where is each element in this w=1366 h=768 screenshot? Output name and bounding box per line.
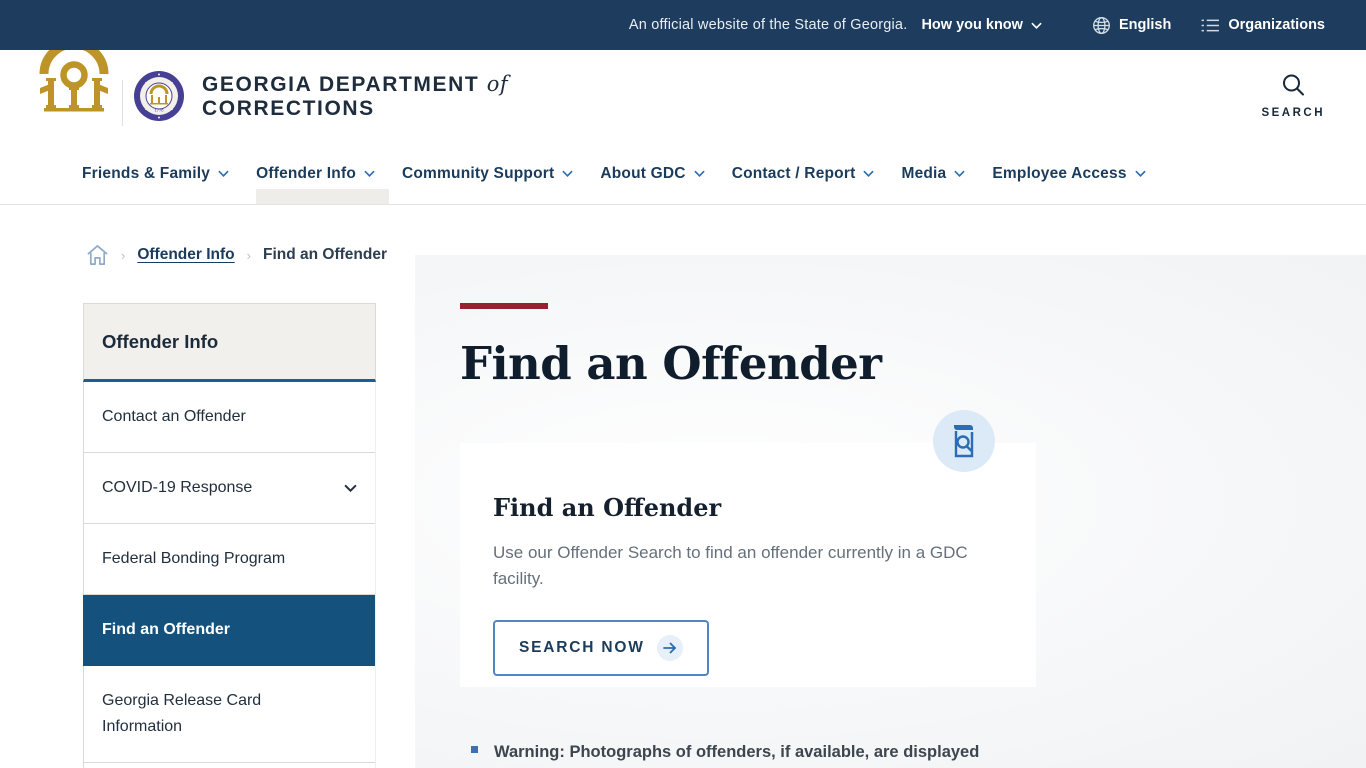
how-you-know-label: How you know: [921, 17, 1023, 33]
sidebar-menu-item[interactable]: Find an Offender: [83, 595, 375, 666]
chevron-down-icon: [562, 170, 574, 177]
logo-divider: [122, 80, 123, 126]
language-label: English: [1118, 17, 1172, 33]
chevron-down-icon: [344, 484, 357, 492]
nav-item-label: Contact / Report: [731, 164, 856, 182]
site-header: 1776 GEORGIA DEPARTMENT of CORRECTIONS S…: [0, 29, 1366, 143]
chevron-down-icon: [1134, 170, 1146, 177]
nav-item[interactable]: Media: [901, 143, 966, 204]
sidebar-menu-item[interactable]: Georgia Release Card Information: [84, 666, 375, 763]
chevron-down-icon: [218, 170, 229, 177]
breadcrumb: › Offender Info › Find an Offender: [86, 244, 387, 266]
primary-nav: Friends & Family Offender Info Community…: [0, 143, 1366, 205]
nav-item[interactable]: Community Support: [402, 143, 574, 204]
official-top-bar: An official website of the State of Geor…: [0, 0, 1366, 50]
main-content: Find an Offender: [460, 303, 1060, 390]
site-title[interactable]: GEORGIA DEPARTMENT of CORRECTIONS: [202, 72, 508, 121]
globe-icon: [1092, 16, 1110, 34]
header-search-button[interactable]: SEARCH: [1261, 72, 1325, 119]
language-selector[interactable]: English: [1092, 16, 1171, 35]
title-accent-rule: [460, 303, 548, 309]
search-now-button[interactable]: SEARCH NOW: [493, 620, 709, 676]
organizations-label: Organizations: [1228, 17, 1325, 33]
search-now-label: SEARCH NOW: [519, 639, 645, 656]
sidebar-item-label: Georgia Release Card Information: [102, 692, 262, 735]
chevron-down-icon: [694, 170, 705, 177]
sidebar-title: Offender Info: [83, 303, 376, 382]
breadcrumb-separator: ›: [246, 247, 251, 263]
search-icon: [1283, 74, 1305, 96]
nav-item-label: Community Support: [402, 164, 555, 182]
nav-item-label: Offender Info: [256, 164, 356, 182]
chevron-down-icon: [364, 170, 375, 177]
breadcrumb-current: Find an Offender: [263, 246, 387, 263]
nav-item[interactable]: Friends & Family: [82, 143, 229, 204]
nav-item-label: Media: [901, 164, 947, 182]
card-title: Find an Offender: [493, 493, 722, 522]
site-title-line2: CORRECTIONS: [202, 97, 375, 120]
site-title-line1: GEORGIA DEPARTMENT: [202, 73, 480, 96]
chevron-down-icon: [863, 170, 875, 177]
list-bullet: [471, 746, 478, 753]
svg-text:1776: 1776: [155, 108, 165, 113]
offender-search-badge: [933, 410, 995, 472]
official-site-text: An official website of the State of Geor…: [628, 17, 908, 33]
nav-item-label: Employee Access: [992, 164, 1127, 182]
nav-item-label: About GDC: [600, 164, 686, 182]
document-search-icon: [954, 425, 974, 458]
sidebar-item-label: COVID-19 Response: [102, 479, 253, 496]
warning-list-item: Warning: Photographs of offenders, if av…: [471, 740, 1091, 764]
sidebar-item-label: Federal Bonding Program: [102, 550, 286, 567]
card-description: Use our Offender Search to find an offen…: [493, 543, 968, 588]
nav-item[interactable]: Contact / Report: [732, 143, 875, 204]
nav-item-label: Friends & Family: [82, 164, 211, 182]
sidebar-menu-item[interactable]: COVID-19 Response: [84, 453, 375, 524]
sidebar-item-label: Find an Offender: [102, 621, 230, 638]
organizations-menu[interactable]: Organizations: [1201, 17, 1325, 33]
page-title: Find an Offender: [460, 337, 882, 390]
list-icon: [1201, 19, 1220, 31]
section-sidebar: Offender Info Contact an Offender COVID-…: [83, 303, 376, 768]
find-offender-card: Find an Offender Use our Offender Search…: [460, 443, 1036, 687]
sidebar-menu-item[interactable]: Federal Bonding Program: [84, 524, 375, 595]
nav-item[interactable]: Employee Access: [992, 143, 1146, 204]
how-you-know-toggle[interactable]: How you know: [921, 17, 1042, 33]
warning-text: Warning: Photographs of offenders, if av…: [494, 743, 980, 761]
home-icon[interactable]: [86, 244, 109, 266]
nav-item[interactable]: Offender Info: [256, 143, 389, 204]
chevron-down-icon: [1031, 22, 1042, 29]
arrow-right-icon: [656, 635, 683, 661]
gdc-seal-icon: 1776: [134, 71, 184, 121]
nav-item[interactable]: About GDC: [600, 143, 705, 204]
sidebar-item-label: Contact an Offender: [102, 408, 246, 425]
chevron-down-icon: [954, 170, 966, 177]
sidebar-menu-item[interactable]: Incarcerated Veterans: [84, 763, 375, 768]
breadcrumb-separator: ›: [121, 247, 126, 263]
sidebar-menu: Contact an Offender COVID-19 Response Fe…: [83, 382, 376, 768]
search-label: SEARCH: [1261, 107, 1325, 119]
site-title-of: of: [486, 72, 509, 96]
sidebar-menu-item[interactable]: Contact an Offender: [84, 382, 375, 453]
breadcrumb-link-offender-info[interactable]: Offender Info: [137, 246, 234, 264]
